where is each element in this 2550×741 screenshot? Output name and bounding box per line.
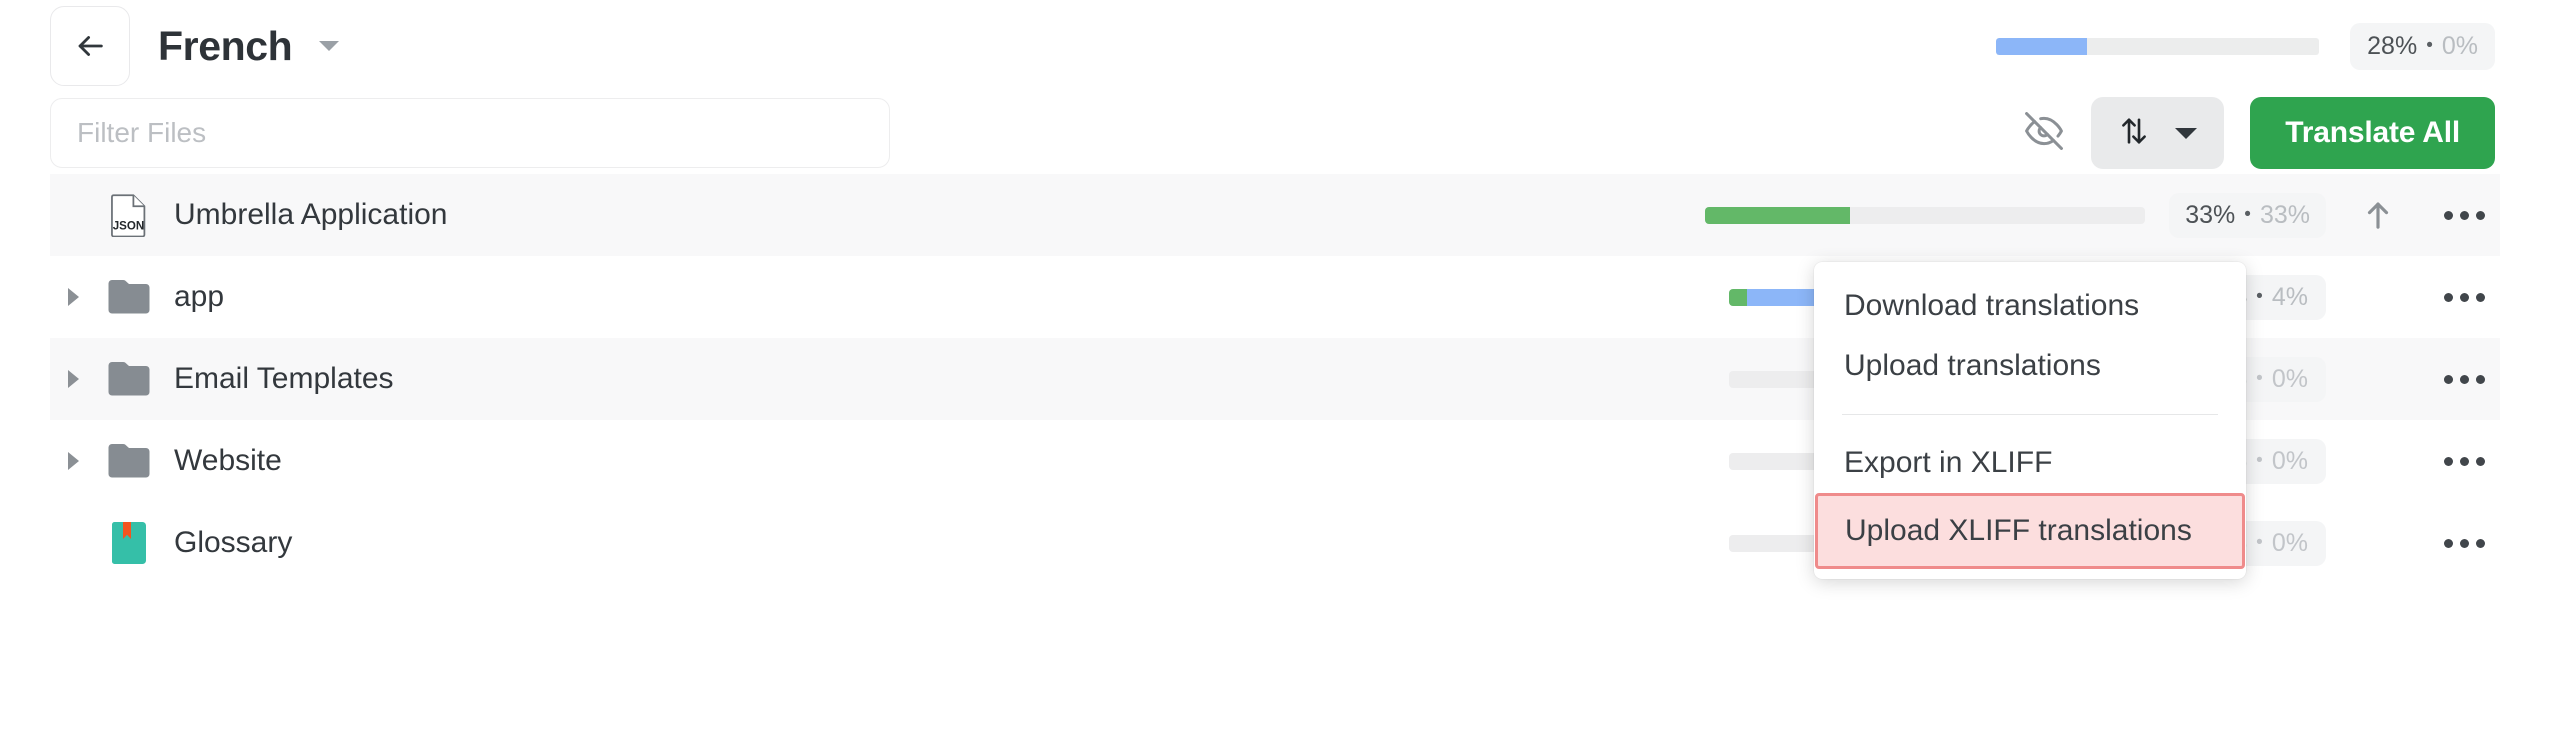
row-upload-button[interactable] xyxy=(2342,198,2414,232)
overall-stats-badge: 28% • 0% xyxy=(2350,22,2495,70)
chevron-right-icon xyxy=(67,452,79,470)
row-stats-secondary: 33% xyxy=(2259,200,2310,229)
more-horizontal-icon xyxy=(2475,292,2485,302)
more-horizontal-icon xyxy=(2443,538,2453,548)
row-stats-separator: • xyxy=(2256,449,2263,471)
hide-translated-button[interactable] xyxy=(2013,102,2075,164)
chevron-right-icon xyxy=(67,370,79,388)
file-name: Glossary xyxy=(174,526,293,559)
expand-row-button[interactable] xyxy=(50,370,96,388)
folder-icon xyxy=(96,442,162,480)
page-title: French xyxy=(158,22,293,69)
row-stats-separator: • xyxy=(2256,367,2263,389)
more-horizontal-icon xyxy=(2459,292,2469,302)
row-stats-separator: • xyxy=(2256,285,2263,307)
more-horizontal-icon xyxy=(2475,374,2485,384)
menu-item-export-in-xliff[interactable]: Export in XLIFF xyxy=(1814,433,2246,493)
folder-icon xyxy=(96,278,162,316)
overall-stats-separator: • xyxy=(2426,34,2433,56)
glossary-book-icon xyxy=(96,520,162,566)
overall-progress-bar xyxy=(1996,37,2320,55)
more-horizontal-icon xyxy=(2459,374,2469,384)
row-stats-separator: • xyxy=(2244,203,2251,225)
svg-text:JSON: JSON xyxy=(113,220,144,232)
expand-row-button[interactable] xyxy=(50,288,96,306)
more-horizontal-icon xyxy=(2443,292,2453,302)
page-header: French 28% • 0% xyxy=(0,0,2550,92)
transfer-dropdown-menu: Download translations Upload translation… xyxy=(1814,262,2246,579)
row-stats-primary: 33% xyxy=(2185,200,2236,229)
row-stats-secondary: 0% xyxy=(2271,528,2308,557)
menu-item-upload-translations[interactable]: Upload translations xyxy=(1814,336,2246,396)
more-horizontal-icon xyxy=(2475,456,2485,466)
menu-item-download-translations[interactable]: Download translations xyxy=(1814,276,2246,336)
toolbar: Translate All xyxy=(0,92,2550,174)
json-file-icon: JSON xyxy=(96,193,162,237)
row-stats-separator: • xyxy=(2256,531,2263,553)
row-progress-translated xyxy=(1705,206,1851,224)
translate-all-button[interactable]: Translate All xyxy=(2250,97,2495,169)
row-stats-secondary: 0% xyxy=(2271,364,2308,393)
row-progress-translated xyxy=(1729,288,1747,306)
arrow-left-icon xyxy=(73,29,107,63)
more-horizontal-icon xyxy=(2459,456,2469,466)
more-horizontal-icon xyxy=(2475,538,2485,548)
more-horizontal-icon xyxy=(2475,210,2485,220)
filter-files-input[interactable] xyxy=(50,98,890,168)
sort-arrows-icon xyxy=(2119,114,2149,153)
file-name: Website xyxy=(174,444,282,477)
row-status-group: 33% • 33% xyxy=(1705,192,2500,238)
more-horizontal-icon xyxy=(2443,210,2453,220)
chevron-right-icon xyxy=(67,288,79,306)
more-horizontal-icon xyxy=(2443,456,2453,466)
menu-divider xyxy=(1842,414,2218,415)
eye-off-icon xyxy=(2025,111,2064,155)
header-progress-group: 28% • 0% xyxy=(1996,22,2495,70)
more-horizontal-icon xyxy=(2443,374,2453,384)
overall-stats-secondary: 0% xyxy=(2441,31,2478,60)
table-row[interactable]: JSON Umbrella Application 33% • 33% xyxy=(50,174,2500,256)
file-name: Umbrella Application xyxy=(174,198,448,231)
row-stats-secondary: 0% xyxy=(2271,446,2308,475)
row-more-button[interactable] xyxy=(2428,292,2500,302)
chevron-down-icon xyxy=(2174,127,2197,139)
overall-stats-primary: 28% xyxy=(2367,31,2418,60)
back-button[interactable] xyxy=(50,6,130,86)
row-progress-bar xyxy=(1705,206,2146,224)
overall-progress-fill xyxy=(1996,37,2087,55)
toolbar-actions: Translate All xyxy=(2013,97,2495,169)
more-horizontal-icon xyxy=(2459,210,2469,220)
row-more-button[interactable] xyxy=(2428,210,2500,220)
menu-item-upload-xliff-translations[interactable]: Upload XLIFF translations xyxy=(1815,493,2245,569)
row-more-button[interactable] xyxy=(2428,374,2500,384)
row-more-button[interactable] xyxy=(2428,456,2500,466)
transfer-menu-button[interactable] xyxy=(2091,97,2225,169)
chevron-down-icon[interactable] xyxy=(319,41,340,51)
file-name: app xyxy=(174,280,225,313)
row-stats-badge: 33% • 33% xyxy=(2169,192,2326,238)
more-horizontal-icon xyxy=(2459,538,2469,548)
folder-icon xyxy=(96,360,162,398)
row-stats-secondary: 4% xyxy=(2271,282,2308,311)
expand-row-button[interactable] xyxy=(50,452,96,470)
file-name: Email Templates xyxy=(174,362,394,395)
row-more-button[interactable] xyxy=(2428,538,2500,548)
